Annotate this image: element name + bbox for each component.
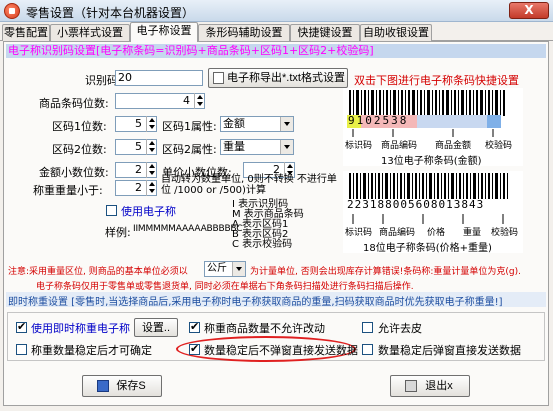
id-code-input[interactable]: 20 — [115, 70, 203, 86]
document-icon — [213, 72, 224, 84]
allow-tare-label[interactable]: 允许去皮 — [378, 320, 422, 336]
exit-door-icon — [405, 380, 417, 392]
code-legend: I 表示识别码 M 表示商品条码 A 表示区码1 B 表示区码2 C 表示校验码 — [232, 200, 342, 250]
sample-label: 样例: — [105, 226, 131, 239]
stable-send-no-popup-checkbox[interactable] — [189, 342, 200, 355]
stable-popup-send-label[interactable]: 数量稳定后弹窗直接发送数据 — [378, 342, 521, 358]
barcode-18-digits: 223188005608013843 — [347, 198, 485, 211]
instant-weighing-header: 即时称重设置 [零售时,当选择商品后,采用电子称时电子称获取商品的重量,扫码获取… — [8, 297, 503, 308]
barcode-18-caption: 18位电子称条码(价格+重量) — [363, 243, 492, 254]
barcode-13-label-amount: 商品金额 — [435, 141, 472, 151]
notice-part2: 为计量单位, 否则会出现库存计算错误!条码称:重量计量单位为克(g). — [250, 267, 521, 277]
scale-export-button[interactable]: 电子称导出*.txt格式设置 — [208, 68, 348, 88]
weight-less-than-label: 称重重量小于: — [33, 184, 103, 197]
unit-select[interactable]: 公斤 — [204, 261, 246, 277]
stepper-arrows-icon[interactable] — [146, 116, 156, 132]
floppy-disk-icon — [97, 380, 109, 392]
tab-hotkeys[interactable]: 快捷键设置 — [290, 24, 360, 41]
barcode-hint: 双击下图进行电子称条码快捷设置 — [354, 74, 519, 87]
stable-confirm-checkbox[interactable] — [16, 344, 27, 355]
barcode-digits-value: 4 — [183, 94, 190, 107]
barcode-13-image[interactable]: 9102538 标识码 商品编码 商品金额 校验码 13位电子称条码(金额) — [343, 88, 523, 167]
barcode-13-label-item: 商品编码 — [381, 141, 418, 151]
zone2-attr-select[interactable]: 重量 — [220, 139, 294, 155]
amount-decimals-stepper[interactable]: 2 — [115, 162, 157, 178]
notice-line2: 电子称条码仅用于零售单或零售退货单, 同时必须在单据右下角条码扫描处进行条码扫描… — [36, 282, 414, 292]
barcode-18-label-weight: 重量 — [463, 228, 482, 238]
chevron-down-icon[interactable] — [280, 117, 293, 131]
title-bar: 零售设置（针对本台机器设置） X — [0, 0, 553, 22]
sample-value: IIMMMMMAAAAABBBBBC — [133, 224, 243, 234]
barcode-digits-label: 商品条码位数: — [39, 97, 109, 110]
save-button[interactable]: 保存S — [82, 375, 162, 397]
chevron-down-icon[interactable] — [232, 262, 245, 276]
barcode-18-image[interactable]: 223188005608013843 标识码 商品编码 价格 重量 校验码 18… — [343, 171, 523, 254]
zone2-digits-stepper[interactable]: 5 — [115, 139, 157, 155]
zone2-attr-value: 重量 — [223, 140, 245, 153]
legend-item: C 表示校验码 — [232, 239, 293, 250]
stepper-arrows-icon[interactable] — [146, 180, 156, 196]
use-instant-scale-checkbox[interactable] — [16, 320, 27, 333]
stepper-arrows-icon[interactable] — [146, 162, 156, 178]
no-change-qty-checkbox[interactable] — [189, 320, 200, 333]
tab-receipt-style[interactable]: 小票样式设置 — [50, 24, 130, 41]
exit-button[interactable]: 退出x — [390, 375, 470, 397]
zone1-attr-value: 金额 — [223, 117, 245, 130]
use-scale-label[interactable]: 使用电子称 — [121, 203, 176, 219]
zone1-digits-value: 5 — [135, 117, 142, 130]
notice-part1: 注意:采用重量区位, 则商品的基本单位必须以 — [8, 267, 188, 277]
barcode-13-label-id: 标识码 — [345, 141, 373, 151]
zone1-digits-label: 区码1位数: — [52, 120, 107, 133]
barcode-18-label-check: 校验码 — [491, 228, 519, 238]
weight-less-than-stepper[interactable]: 2 — [115, 180, 157, 196]
close-button[interactable]: X — [509, 2, 549, 19]
barcode-13-caption: 13位电子称条码(金额) — [381, 156, 482, 167]
barcode-13-digits: 9102538 — [348, 114, 409, 127]
use-scale-checkbox[interactable] — [106, 205, 117, 216]
exit-button-label: 退出x — [425, 380, 453, 392]
barcode-digits-stepper[interactable]: 4 — [115, 93, 205, 109]
stepper-arrows-icon[interactable] — [194, 93, 204, 109]
amount-decimals-label: 金额小数位数: — [39, 166, 109, 179]
zone1-digits-stepper[interactable]: 5 — [115, 116, 157, 132]
zone2-attr-label: 区码2属性: — [162, 143, 217, 156]
unit-value: 公斤 — [207, 263, 227, 274]
amount-decimals-value: 2 — [135, 163, 142, 176]
weight-less-than-value: 2 — [135, 181, 142, 194]
allow-tare-checkbox[interactable] — [362, 322, 373, 333]
stable-confirm-label[interactable]: 称重数量稳定后才可确定 — [31, 342, 152, 358]
window-title: 零售设置（针对本台机器设置） — [26, 6, 195, 20]
tab-barcode-aux[interactable]: 条形码辅助设置 — [198, 24, 290, 41]
save-button-label: 保存S — [116, 380, 146, 392]
tab-self-checkout[interactable]: 自助收银设置 — [360, 24, 432, 41]
tab-strip: 零售配置 小票样式设置 电子称设置 条形码辅助设置 快捷键设置 自助收银设置 — [0, 22, 553, 42]
stepper-arrows-icon[interactable] — [146, 139, 156, 155]
chevron-down-icon[interactable] — [280, 140, 293, 154]
zone1-attr-label: 区码1属性: — [162, 120, 217, 133]
tab-scale-settings[interactable]: 电子称设置 — [130, 22, 198, 42]
barcode-18-label-id: 标识码 — [345, 228, 373, 238]
barcode-18-label-item: 商品编码 — [379, 228, 416, 238]
scale-code-header: 电子称识别码设置[电子称条码=识别码+商品条码+区码1+区码2+校验码] — [6, 44, 546, 58]
no-change-qty-label[interactable]: 称重商品数量不允许改动 — [204, 320, 325, 336]
zone2-digits-value: 5 — [135, 140, 142, 153]
use-instant-scale-label[interactable]: 使用即时称重电子称 — [31, 320, 130, 336]
app-icon — [4, 3, 20, 19]
stable-popup-send-checkbox[interactable] — [362, 344, 373, 355]
barcode-18-label-price: 价格 — [427, 228, 446, 238]
tab-retail-config[interactable]: 零售配置 — [2, 24, 50, 41]
zone1-attr-select[interactable]: 金额 — [220, 116, 294, 132]
barcode-13-label-check: 校验码 — [485, 141, 513, 151]
stable-send-no-popup-label[interactable]: 数量稳定后不弹窗直接发送数据 — [204, 342, 358, 358]
zone2-digits-label: 区码2位数: — [52, 143, 107, 156]
instant-settings-button[interactable]: 设置.. — [134, 318, 178, 337]
convert-note: 自动转为数量单位, 0则不转换 不进行单位 /1000 or /500)计算 — [161, 174, 337, 196]
scale-export-label: 电子称导出*.txt格式设置 — [227, 72, 345, 84]
